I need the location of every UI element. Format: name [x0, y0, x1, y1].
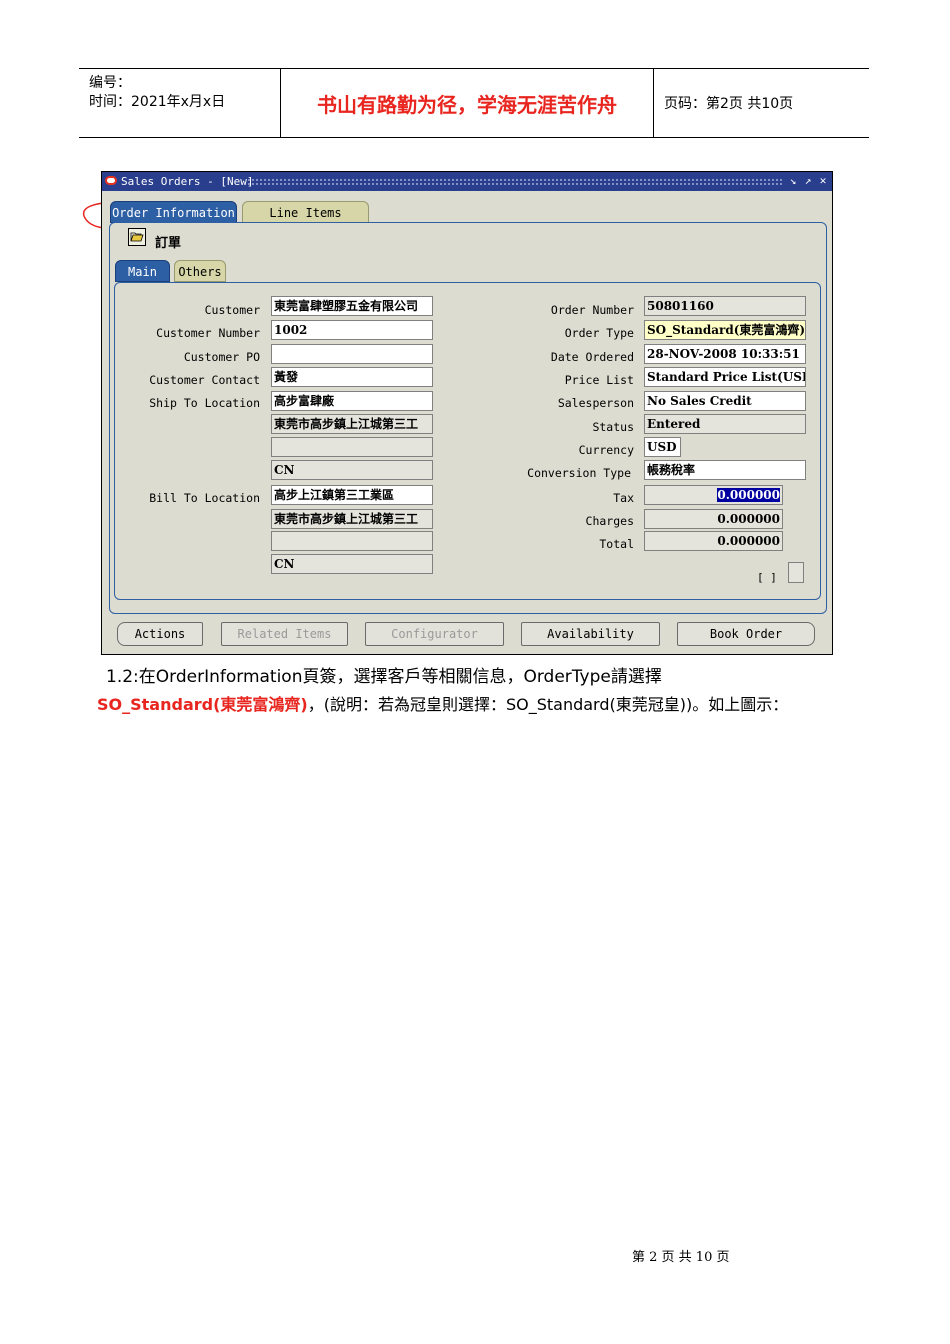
document-header: 编号： 时间：2021年x月x日 书山有路勤为径，学海无涯苦作舟 页码：第2页 …: [79, 68, 869, 138]
minimize-icon[interactable]: ↘: [786, 173, 800, 189]
tax-value: 0.000000: [717, 488, 780, 502]
close-icon[interactable]: ✕: [816, 173, 830, 189]
customer-label: Customer: [204, 303, 260, 317]
sales-orders-window: Sales Orders - [New] ↘ ↗ ✕ Order Informa…: [101, 171, 833, 655]
bill-to-line3-field: [271, 531, 433, 551]
order-number-label: Order Number: [550, 303, 634, 317]
flex-field-box[interactable]: [788, 562, 804, 583]
conversion-type-label: Conversion Type: [527, 466, 631, 480]
flex-field-brackets: [ ]: [757, 571, 777, 584]
section-title: 訂單: [155, 236, 182, 251]
instruction-note: SO_Standard(東莞富鴻齊)，(說明：若為冠皇則選擇：SO_Standa…: [97, 691, 788, 715]
header-motto-cell: 书山有路勤为径，学海无涯苦作舟: [281, 69, 654, 137]
ship-to-line1-field[interactable]: 高步富肆廠: [271, 391, 433, 411]
configurator-button[interactable]: Configurator: [365, 622, 504, 646]
conversion-type-field[interactable]: 帳務稅率: [644, 460, 806, 480]
related-items-button[interactable]: Related Items: [221, 622, 348, 646]
time-label: 时间：2021年x月x日: [89, 94, 226, 110]
main-tab-panel: Customer Customer Number Customer PO Cus…: [114, 282, 821, 600]
tab-line-items[interactable]: Line Items: [242, 201, 369, 223]
tab-main[interactable]: Main: [115, 260, 170, 282]
bill-to-line1-field[interactable]: 高步上江鎮第三工業區: [271, 485, 433, 505]
bill-to-location-label: Bill To Location: [149, 491, 260, 505]
date-ordered-label: Date Ordered: [550, 350, 634, 364]
order-type-field[interactable]: SO_Standard(東莞富鴻齊): [644, 320, 806, 340]
price-list-label: Price List: [564, 373, 634, 387]
page-info: 页码：第2页 共10页: [664, 96, 794, 112]
customer-contact-label: Customer Contact: [149, 373, 260, 387]
highlighted-order-type: SO_Standard(東莞富鴻齊): [97, 695, 308, 714]
charges-label: Charges: [585, 514, 634, 528]
order-number-field: 50801160: [644, 296, 806, 316]
window-title: Sales Orders - [New]: [121, 175, 254, 188]
titlebar-pattern: [247, 178, 782, 185]
customer-number-field[interactable]: 1002: [271, 320, 433, 340]
instruction-paragraph: 1.2:在OrderInformation頁簽，選擇客戶等相關信息，OrderT…: [106, 667, 662, 687]
actions-button[interactable]: Actions: [117, 622, 203, 646]
customer-field[interactable]: 東莞富肆塑膠五金有限公司: [271, 296, 433, 316]
header-page-cell: 页码：第2页 共10页: [654, 69, 869, 137]
bill-to-country-field: CN: [271, 554, 433, 574]
tab-others[interactable]: Others: [174, 260, 226, 282]
order-information-panel: 訂單 Main Others Customer Customer Number …: [109, 222, 827, 614]
window-titlebar[interactable]: Sales Orders - [New] ↘ ↗ ✕: [102, 172, 832, 191]
motto: 书山有路勤为径，学海无涯苦作舟: [317, 92, 617, 117]
bill-to-line2-field: 東莞市高步鎮上江城第三工: [271, 509, 433, 529]
salesperson-field[interactable]: No Sales Credit: [644, 391, 806, 411]
charges-field: 0.000000: [644, 509, 783, 529]
maximize-icon[interactable]: ↗: [801, 173, 815, 189]
oracle-logo-icon: [105, 176, 117, 185]
ship-to-country-field: CN: [271, 460, 433, 480]
folder-open-icon[interactable]: [128, 228, 146, 246]
date-ordered-field[interactable]: 28-NOV-2008 10:33:51: [644, 344, 806, 364]
customer-number-label: Customer Number: [156, 326, 260, 340]
number-label: 编号：: [89, 75, 131, 91]
ship-to-line3-field: [271, 437, 433, 457]
book-order-button[interactable]: Book Order: [677, 622, 815, 646]
note-text: ，(說明：若為冠皇則選擇：SO_Standard(東莞冠皇))。如上圖示：: [307, 695, 789, 714]
total-field: 0.000000: [644, 531, 783, 551]
header-meta-cell: 编号： 时间：2021年x月x日: [79, 69, 281, 137]
salesperson-label: Salesperson: [557, 396, 634, 410]
currency-field[interactable]: USD: [644, 437, 681, 457]
customer-po-label: Customer PO: [183, 350, 260, 364]
availability-button[interactable]: Availability: [521, 622, 660, 646]
order-type-label: Order Type: [564, 326, 634, 340]
customer-po-field[interactable]: [271, 344, 433, 364]
status-field: Entered: [644, 414, 806, 434]
page-footer: 第 2 页 共 10 页: [632, 1250, 730, 1265]
status-label: Status: [592, 420, 634, 434]
customer-contact-field[interactable]: 黃發: [271, 367, 433, 387]
tab-order-information[interactable]: Order Information: [110, 201, 237, 223]
tax-label: Tax: [613, 491, 634, 505]
ship-to-line2-field: 東莞市高步鎮上江城第三工: [271, 414, 433, 434]
total-label: Total: [599, 537, 634, 551]
ship-to-location-label: Ship To Location: [149, 396, 260, 410]
tax-field[interactable]: 0.000000: [644, 485, 783, 505]
currency-label: Currency: [578, 443, 634, 457]
price-list-field[interactable]: Standard Price List(USD): [644, 367, 806, 387]
